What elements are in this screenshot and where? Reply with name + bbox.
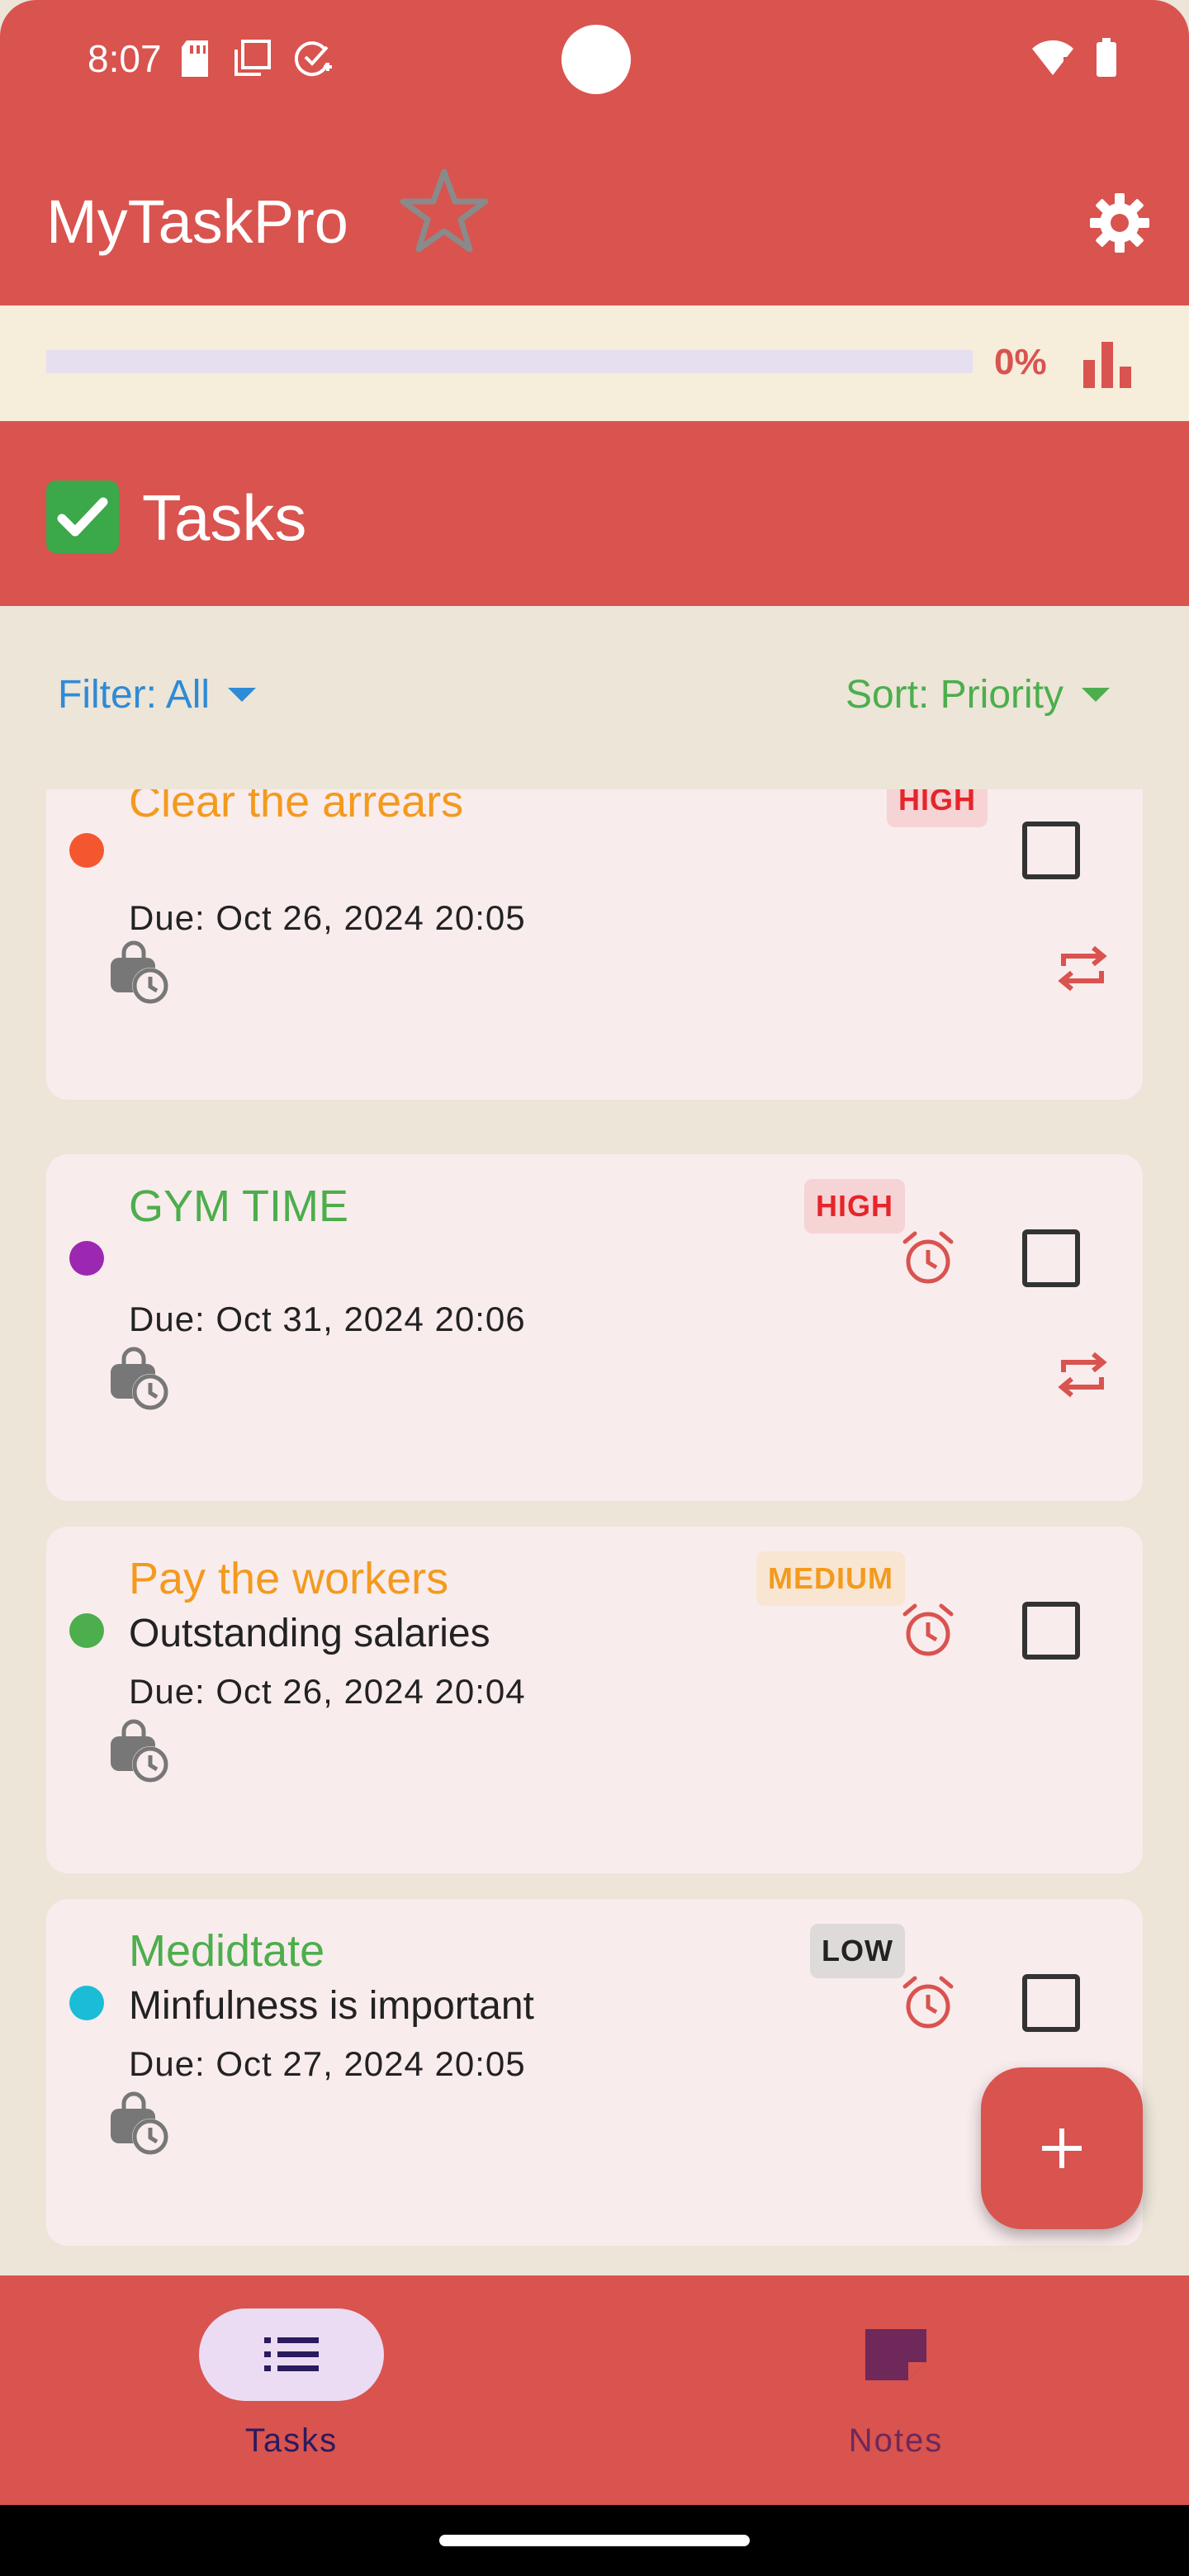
check-mark-icon: [46, 481, 119, 553]
nav-tasks-indicator: [199, 2308, 384, 2401]
task-check-icon: [294, 41, 332, 77]
settings-button[interactable]: [1072, 175, 1168, 271]
dropdown-arrow-icon: [228, 688, 257, 702]
task-card[interactable]: Clear the arrears Due: Oct 26, 2024 20:05…: [46, 789, 1143, 1100]
sort-dropdown[interactable]: Sort: Priority: [846, 672, 1110, 717]
task-due-date: Due: Oct 27, 2024 20:05: [129, 2044, 526, 2083]
scheduled-work-icon[interactable]: [106, 1718, 172, 1784]
nav-label-tasks: Tasks: [244, 2422, 339, 2459]
task-description: Outstanding salaries: [129, 1612, 490, 1655]
task-list[interactable]: Clear the arrears Due: Oct 26, 2024 20:05…: [0, 789, 1189, 2275]
scheduled-work-icon[interactable]: [106, 2091, 172, 2157]
section-title: Tasks: [142, 481, 307, 554]
copy-icon: [234, 40, 271, 76]
home-gesture-bar[interactable]: [439, 2535, 750, 2546]
wifi-icon: [1032, 40, 1073, 75]
task-color-dot: [69, 833, 104, 868]
repeat-icon[interactable]: [1052, 1344, 1113, 1405]
task-color-dot: [69, 1241, 104, 1276]
filter-label: Filter: All: [58, 673, 211, 717]
task-title: Clear the arrears: [129, 789, 464, 826]
app-bar: MyTaskPro: [0, 124, 1189, 305]
task-color-dot: [69, 1986, 104, 2020]
task-description: Minfulness is important: [129, 1984, 534, 2028]
priority-badge: HIGH: [887, 789, 988, 827]
add-task-button[interactable]: [981, 2067, 1143, 2229]
scheduled-work-icon[interactable]: [106, 940, 172, 1006]
scheduled-work-icon[interactable]: [106, 1346, 172, 1412]
app-title: MyTaskPro: [46, 187, 348, 256]
progress-bar: [46, 350, 973, 373]
note-icon: [865, 2329, 926, 2380]
favorite-button[interactable]: [395, 162, 494, 261]
task-title: Medidtate: [129, 1926, 325, 1976]
progress-section: 0%: [0, 305, 1189, 421]
list-icon: [264, 2337, 319, 2371]
task-card[interactable]: GYM TIME Due: Oct 31, 2024 20:06 HIGH: [46, 1154, 1143, 1501]
task-complete-checkbox[interactable]: [1022, 1602, 1080, 1660]
nav-item-tasks[interactable]: Tasks: [197, 2308, 386, 2460]
priority-badge: MEDIUM: [756, 1551, 905, 1606]
task-complete-checkbox[interactable]: [1022, 822, 1080, 879]
status-system-icons: [1030, 38, 1118, 78]
battery-icon: [1097, 38, 1116, 77]
status-bar: 8:07: [0, 0, 1189, 124]
task-title: GYM TIME: [129, 1181, 349, 1231]
gear-icon: [1090, 193, 1149, 253]
statistics-button[interactable]: [1073, 330, 1143, 400]
sort-label: Sort: Priority: [845, 673, 1063, 717]
task-complete-checkbox[interactable]: [1022, 1974, 1080, 2032]
alarm-icon[interactable]: [900, 1603, 956, 1659]
status-notification-icons: [180, 38, 334, 79]
nav-label-notes: Notes: [848, 2422, 944, 2459]
nav-notes-indicator: [803, 2308, 988, 2401]
alarm-icon[interactable]: [900, 1230, 956, 1286]
priority-badge: HIGH: [804, 1179, 905, 1234]
task-complete-checkbox[interactable]: [1022, 1229, 1080, 1287]
plus-icon: [1042, 2129, 1082, 2168]
progress-percent: 0%: [994, 342, 1047, 382]
priority-badge: LOW: [810, 1924, 905, 1978]
repeat-icon[interactable]: [1052, 938, 1113, 999]
task-card[interactable]: Medidtate Minfulness is important Due: Oct…: [46, 1899, 1143, 2246]
task-due-date: Due: Oct 26, 2024 20:04: [129, 1672, 526, 1711]
tasks-section-header: Tasks: [0, 421, 1189, 606]
star-icon: [400, 168, 489, 253]
task-due-date: Due: Oct 26, 2024 20:05: [129, 898, 526, 937]
task-color-dot: [69, 1613, 104, 1648]
dropdown-arrow-icon: [1082, 688, 1110, 702]
task-due-date: Due: Oct 31, 2024 20:06: [129, 1300, 526, 1338]
gesture-navigation-area: [0, 2505, 1189, 2576]
filter-dropdown[interactable]: Filter: All: [58, 672, 257, 717]
task-title: Pay the workers: [129, 1554, 449, 1603]
status-time: 8:07: [88, 37, 162, 80]
camera-cutout: [561, 25, 631, 94]
nav-item-notes[interactable]: Notes: [801, 2308, 991, 2460]
bottom-navigation: Tasks Notes: [0, 2275, 1189, 2505]
bar-chart-icon: [1083, 342, 1131, 388]
task-card[interactable]: Pay the workers Outstanding salaries Due: …: [46, 1527, 1143, 1873]
sd-card-icon: [182, 40, 208, 77]
alarm-icon[interactable]: [900, 1975, 956, 2031]
